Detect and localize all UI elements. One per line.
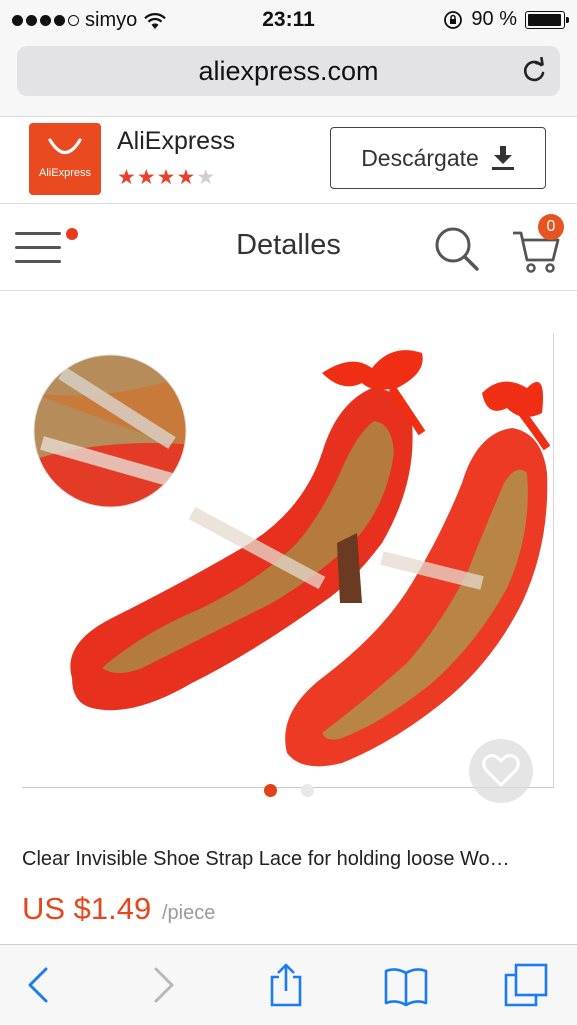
page-header: Detalles 0 <box>0 204 577 291</box>
cart-badge: 0 <box>538 214 564 240</box>
tabs-icon[interactable] <box>504 963 548 1007</box>
status-right: 90 % <box>443 8 569 31</box>
price-unit: /piece <box>162 902 216 924</box>
forward-icon[interactable] <box>140 963 184 1007</box>
pager-dot[interactable] <box>300 784 314 797</box>
product-title[interactable]: Clear Invisible Shoe Strap Lace for hold… <box>22 848 557 871</box>
smile-icon <box>48 138 82 155</box>
reload-icon[interactable] <box>520 57 548 85</box>
product-image[interactable] <box>22 333 554 788</box>
battery-percent: 90 % <box>471 8 517 30</box>
star-empty-icon: ★ <box>196 166 217 189</box>
star-half-icon: ★ <box>176 166 197 189</box>
logo-text: AliExpress <box>39 167 91 179</box>
search-icon[interactable] <box>432 224 482 274</box>
app-banner: AliExpress AliExpress ★★★★★ Descárgate <box>0 117 577 204</box>
star-icon: ★ <box>136 166 157 189</box>
status-bar: simyo 23:11 90 % <box>0 0 577 40</box>
download-label: Descárgate <box>361 144 479 171</box>
pager-dot-active[interactable] <box>263 784 277 797</box>
url-text[interactable]: aliexpress.com <box>17 46 560 96</box>
app-name: AliExpress <box>117 127 236 155</box>
address-bar[interactable]: aliexpress.com <box>17 46 560 96</box>
download-button[interactable]: Descárgate <box>330 127 546 189</box>
download-icon <box>491 146 514 170</box>
star-icon: ★ <box>117 166 137 189</box>
image-pager <box>0 784 577 797</box>
aliexpress-logo: AliExpress <box>29 123 101 195</box>
page-title: Detalles <box>236 229 341 261</box>
orientation-lock-icon <box>444 10 463 29</box>
rating-stars: ★★★★★ <box>117 165 216 190</box>
browser-chrome: aliexpress.com <box>0 40 577 117</box>
bookmarks-icon[interactable] <box>384 963 428 1007</box>
back-icon[interactable] <box>18 963 62 1007</box>
product-price: US $1.49 <box>22 891 152 926</box>
share-icon[interactable] <box>264 963 308 1007</box>
browser-toolbar <box>0 944 577 1025</box>
product-photo <box>33 350 551 767</box>
star-icon: ★ <box>156 166 177 189</box>
battery-icon <box>525 10 569 29</box>
